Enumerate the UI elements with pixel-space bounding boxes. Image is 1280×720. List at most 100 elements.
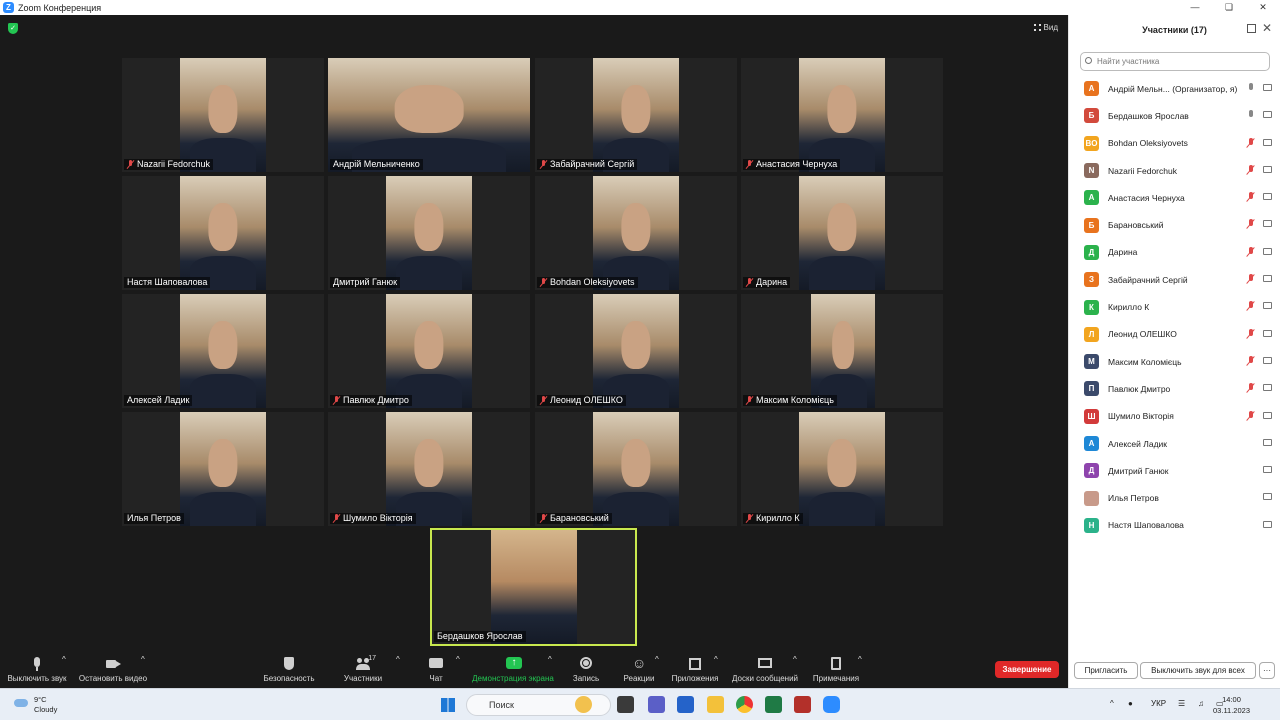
video-tile[interactable]: Настя Шаповалова xyxy=(122,176,324,290)
notes-button[interactable]: Примечания xyxy=(810,655,862,688)
mute-all-button[interactable]: Выключить звук для всех xyxy=(1140,662,1256,679)
winrar-icon[interactable] xyxy=(794,696,811,713)
clock[interactable]: 14:00 03.11.2023 xyxy=(1213,694,1250,716)
task-view-icon[interactable] xyxy=(617,696,634,713)
video-tile[interactable]: Кирилло К xyxy=(741,412,943,526)
video-tile[interactable]: Павлюк Дмитро xyxy=(328,294,530,408)
participant-row[interactable]: К Кирилло К xyxy=(1069,293,1280,320)
camera-icon[interactable] xyxy=(1263,220,1272,228)
video-tile[interactable]: Алексей Ладик xyxy=(122,294,324,408)
camera-icon[interactable] xyxy=(1263,438,1272,446)
video-tile[interactable]: Андрій Мельниченко xyxy=(328,58,530,172)
record-button[interactable]: Запись xyxy=(568,655,604,688)
camera-icon[interactable] xyxy=(1263,356,1272,364)
camera-icon[interactable] xyxy=(1263,138,1272,146)
video-tile[interactable]: Nazarii Fedorchuk xyxy=(122,58,324,172)
video-tile[interactable]: Забайрачний Сергій xyxy=(535,58,737,172)
microphone-icon[interactable] xyxy=(1247,83,1255,93)
video-tile[interactable]: Анастасия Чернуха xyxy=(741,58,943,172)
whiteboards-button[interactable]: Доски сообщений xyxy=(730,655,800,688)
participant-row[interactable]: А Андрій Мельн... (Организатор, я) xyxy=(1069,75,1280,102)
encryption-shield-icon[interactable]: ✓ xyxy=(8,23,18,34)
participant-row[interactable]: Д Дарина xyxy=(1069,239,1280,266)
participant-row[interactable]: Л Леонид ОЛЕШКО xyxy=(1069,321,1280,348)
microphone-tray-icon[interactable]: ● xyxy=(1128,699,1133,708)
camera-icon[interactable] xyxy=(1263,165,1272,173)
active-speaker-tile[interactable]: Бердашков Ярослав xyxy=(430,528,637,646)
language-indicator[interactable]: УКР xyxy=(1151,699,1166,708)
maximize-button[interactable]: ❏ xyxy=(1212,0,1246,15)
camera-icon[interactable] xyxy=(1263,411,1272,419)
camera-icon[interactable] xyxy=(1263,247,1272,255)
mute-button[interactable]: Выключить звук xyxy=(4,655,70,688)
participant-row[interactable]: Б Барановський xyxy=(1069,211,1280,238)
video-tile[interactable]: Илья Петров xyxy=(122,412,324,526)
mic-muted-icon[interactable] xyxy=(1247,355,1255,366)
camera-icon[interactable] xyxy=(1263,84,1272,91)
participant-row[interactable]: Н Настя Шаповалова xyxy=(1069,512,1280,539)
mic-muted-icon[interactable] xyxy=(1247,192,1255,202)
mic-muted-icon[interactable] xyxy=(1247,383,1255,393)
tray-chevron-icon[interactable]: ^ xyxy=(1110,699,1114,708)
mic-muted-icon[interactable] xyxy=(1247,328,1255,339)
video-tile[interactable]: Шумило Вікторія xyxy=(328,412,530,526)
participants-button[interactable]: 17 Участники xyxy=(338,655,388,688)
video-tile[interactable]: Дмитрий Ганюк xyxy=(328,176,530,290)
share-options-caret[interactable]: ^ xyxy=(548,655,552,688)
invite-button[interactable]: Пригласить xyxy=(1074,662,1138,679)
excel-icon[interactable] xyxy=(765,696,782,713)
participant-row[interactable]: А Анастасия Чернуха xyxy=(1069,184,1280,211)
reactions-options-caret[interactable]: ^ xyxy=(655,655,659,688)
camera-icon[interactable] xyxy=(1263,466,1272,474)
mic-muted-icon[interactable] xyxy=(1247,219,1255,229)
participant-row[interactable]: N Nazarii Fedorchuk xyxy=(1069,157,1280,184)
participants-options-caret[interactable]: ^ xyxy=(396,655,400,688)
chat-options-caret[interactable]: ^ xyxy=(456,655,460,688)
store-icon[interactable] xyxy=(677,696,694,713)
mic-muted-icon[interactable] xyxy=(1247,246,1255,257)
chrome-icon[interactable] xyxy=(736,696,753,713)
mic-muted-icon[interactable] xyxy=(1247,301,1255,311)
participant-row[interactable]: Б Бердашков Ярослав xyxy=(1069,102,1280,129)
start-button[interactable] xyxy=(441,698,455,712)
video-tile[interactable]: Леонид ОЛЕШКО xyxy=(535,294,737,408)
apps-button[interactable]: Приложения xyxy=(670,655,720,688)
audio-options-caret[interactable]: ^ xyxy=(62,655,66,688)
mic-muted-icon[interactable] xyxy=(1247,164,1255,175)
minimize-button[interactable]: — xyxy=(1178,0,1212,15)
close-window-button[interactable]: ✕ xyxy=(1246,0,1280,15)
participant-row[interactable]: М Максим Коломієць xyxy=(1069,348,1280,375)
file-explorer-icon[interactable] xyxy=(707,696,724,713)
participant-row[interactable]: Д Дмитрий Ганюк xyxy=(1069,457,1280,484)
camera-icon[interactable] xyxy=(1263,193,1272,201)
wifi-icon[interactable]: ☰ xyxy=(1178,699,1185,708)
popout-icon[interactable] xyxy=(1247,24,1256,33)
video-tile[interactable]: Дарина xyxy=(741,176,943,290)
camera-icon[interactable] xyxy=(1263,520,1272,528)
mic-muted-icon[interactable] xyxy=(1247,274,1255,284)
mic-muted-icon[interactable] xyxy=(1247,410,1255,421)
reactions-button[interactable]: Реакции xyxy=(620,655,658,688)
camera-icon[interactable] xyxy=(1263,275,1272,283)
teams-icon[interactable] xyxy=(648,696,665,713)
participant-row[interactable]: Илья Петров xyxy=(1069,484,1280,511)
stop-video-button[interactable]: Остановить видео xyxy=(76,655,150,688)
participant-row[interactable]: А Алексей Ладик xyxy=(1069,430,1280,457)
participant-row[interactable]: П Павлюк Дмитро xyxy=(1069,375,1280,402)
video-tile[interactable]: Bohdan Oleksiyovets xyxy=(535,176,737,290)
volume-icon[interactable]: ♫ xyxy=(1198,699,1204,708)
camera-icon[interactable] xyxy=(1263,111,1272,119)
microphone-icon[interactable] xyxy=(1247,110,1255,120)
apps-options-caret[interactable]: ^ xyxy=(714,655,718,688)
share-screen-button[interactable]: Демонстрация экрана xyxy=(470,655,556,688)
mic-muted-icon[interactable] xyxy=(1247,137,1255,148)
video-options-caret[interactable]: ^ xyxy=(141,655,145,688)
close-panel-icon[interactable]: ✕ xyxy=(1262,21,1272,35)
notes-options-caret[interactable]: ^ xyxy=(858,655,862,688)
zoom-taskbar-icon[interactable] xyxy=(823,696,840,713)
video-tile[interactable]: Максим Коломієць xyxy=(741,294,943,408)
widgets-icon[interactable] xyxy=(575,696,592,713)
chat-button[interactable]: Чат xyxy=(424,655,448,688)
participant-row[interactable]: З Забайрачний Сергій xyxy=(1069,266,1280,293)
weather-widget[interactable]: 9°C Cloudy xyxy=(34,695,57,715)
